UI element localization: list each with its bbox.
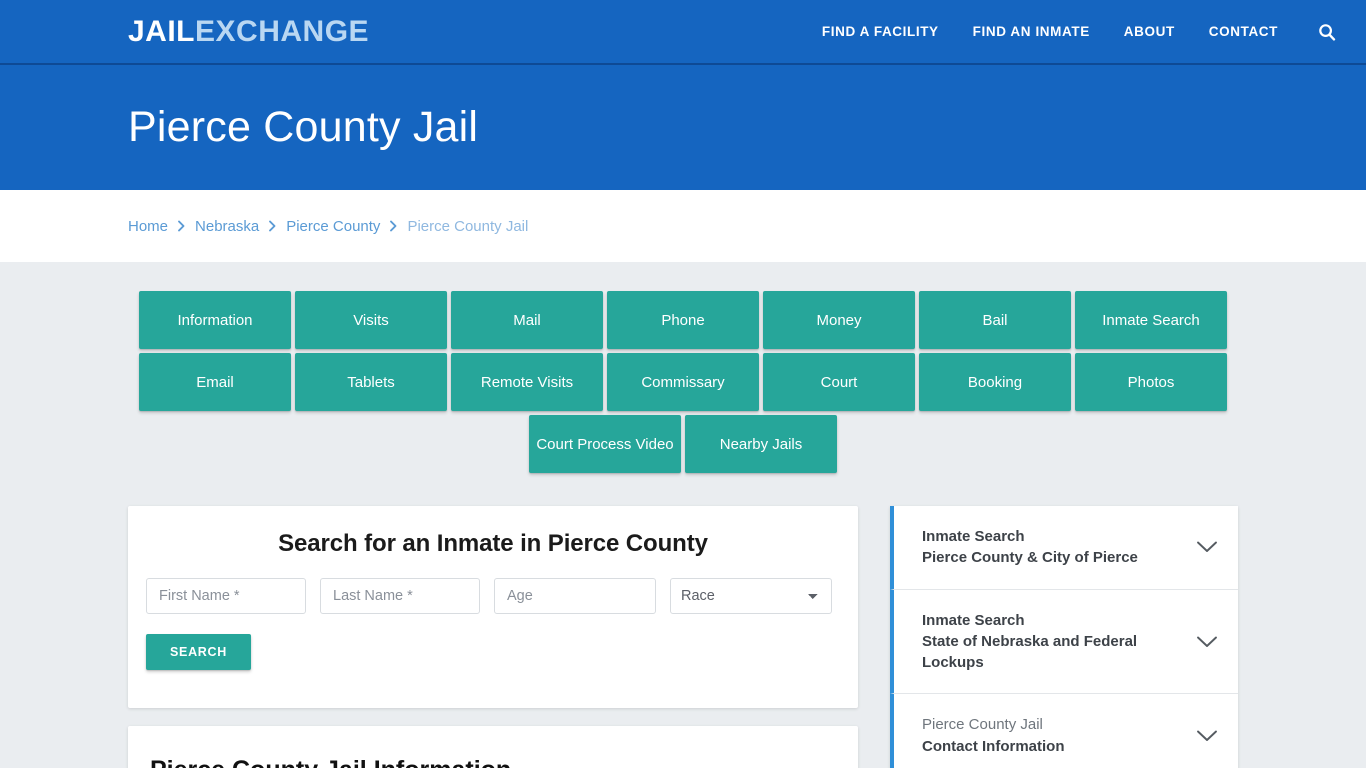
chevron-down-icon — [1196, 635, 1218, 649]
logo-text-primary: JAIL — [128, 14, 196, 48]
jail-information-title: Pierce County Jail Information — [150, 756, 836, 768]
chevron-right-icon — [177, 220, 186, 232]
tile-button-phone[interactable]: Phone — [607, 291, 759, 349]
race-select[interactable]: Race — [670, 578, 832, 614]
tile-button-email[interactable]: Email — [139, 353, 291, 411]
age-input[interactable] — [494, 578, 656, 614]
tile-button-photos[interactable]: Photos — [1075, 353, 1227, 411]
sidebar-accordion: Inmate Search Pierce County & City of Pi… — [890, 506, 1238, 768]
chevron-down-icon — [1196, 729, 1218, 743]
logo-text-secondary: EXCHANGE — [195, 14, 370, 48]
tile-button-booking[interactable]: Booking — [919, 353, 1071, 411]
accordion-item-contact-information[interactable]: Pierce County Jail Contact Information — [890, 694, 1238, 768]
page-body: Information Visits Mail Phone Money Bail… — [0, 262, 1366, 768]
content-columns: Search for an Inmate in Pierce County Ra… — [128, 506, 1238, 768]
tile-button-bail[interactable]: Bail — [919, 291, 1071, 349]
inmate-search-fields: Race — [146, 578, 840, 614]
tile-button-visits[interactable]: Visits — [295, 291, 447, 349]
tile-button-remote-visits[interactable]: Remote Visits — [451, 353, 603, 411]
accordion-item-inmate-search-state[interactable]: Inmate Search State of Nebraska and Fede… — [890, 589, 1238, 695]
accordion-item-line1: Inmate Search — [922, 611, 1025, 629]
tile-button-information[interactable]: Information — [139, 291, 291, 349]
accordion-item-line1: Pierce County Jail — [922, 716, 1043, 734]
breadcrumb-bar: Home Nebraska Pierce County Pierce Count… — [0, 190, 1366, 262]
tile-button-inmate-search[interactable]: Inmate Search — [1075, 291, 1227, 349]
accordion-item-line2: State of Nebraska and Federal Lockups — [922, 632, 1138, 672]
page-hero: Pierce County Jail — [0, 65, 1366, 190]
inmate-search-title: Search for an Inmate in Pierce County — [278, 530, 708, 557]
site-header: JAILEXCHANGE FIND A FACILITY FIND AN INM… — [0, 0, 1366, 65]
main-navigation: FIND A FACILITY FIND AN INMATE ABOUT CON… — [822, 21, 1338, 43]
accordion-item-line1: Inmate Search — [922, 528, 1025, 545]
nav-item-about[interactable]: ABOUT — [1124, 24, 1175, 39]
tile-button-mail[interactable]: Mail — [451, 291, 603, 349]
tile-button-court-process-video[interactable]: Court Process Video — [529, 415, 681, 473]
breadcrumb: Home Nebraska Pierce County Pierce Count… — [128, 218, 528, 235]
facility-section-buttons: Information Visits Mail Phone Money Bail… — [137, 291, 1229, 473]
tile-button-nearby-jails[interactable]: Nearby Jails — [685, 415, 837, 473]
accordion-item-inmate-search-county[interactable]: Inmate Search Pierce County & City of Pi… — [890, 506, 1238, 590]
accordion-item-text: Inmate Search State of Nebraska and Fede… — [922, 610, 1186, 674]
tile-button-money[interactable]: Money — [763, 291, 915, 349]
page-title: Pierce County Jail — [128, 103, 479, 151]
last-name-input[interactable] — [320, 578, 480, 614]
sidebar-column: Inmate Search Pierce County & City of Pi… — [890, 506, 1238, 768]
accordion-item-text: Inmate Search Pierce County & City of Pi… — [922, 526, 1138, 569]
inmate-search-card: Search for an Inmate in Pierce County Ra… — [128, 506, 858, 708]
breadcrumb-item-home[interactable]: Home — [128, 218, 168, 235]
search-icon[interactable] — [1316, 21, 1338, 43]
nav-item-find-a-facility[interactable]: FIND A FACILITY — [822, 24, 939, 39]
site-logo[interactable]: JAILEXCHANGE — [128, 14, 370, 48]
breadcrumb-item-pierce-county[interactable]: Pierce County — [286, 218, 380, 235]
accordion-item-line2: Contact Information — [922, 737, 1065, 755]
accordion-item-line2: Pierce County & City of Pierce — [922, 549, 1138, 567]
tile-button-commissary[interactable]: Commissary — [607, 353, 759, 411]
content-wrapper: Search for an Inmate in Pierce County Ra… — [128, 506, 1238, 768]
chevron-right-icon — [389, 220, 398, 232]
breadcrumb-item-current: Pierce County Jail — [407, 217, 529, 235]
chevron-right-icon — [268, 220, 277, 232]
main-column: Search for an Inmate in Pierce County Ra… — [128, 506, 858, 768]
tile-button-court[interactable]: Court — [763, 353, 915, 411]
chevron-down-icon — [1196, 540, 1218, 554]
nav-item-contact[interactable]: CONTACT — [1209, 24, 1278, 39]
nav-item-find-an-inmate[interactable]: FIND AN INMATE — [973, 24, 1090, 39]
breadcrumb-item-nebraska[interactable]: Nebraska — [195, 218, 259, 235]
jail-information-card: Pierce County Jail Information — [128, 726, 858, 768]
search-submit-button[interactable]: SEARCH — [146, 634, 251, 670]
first-name-input[interactable] — [146, 578, 306, 614]
accordion-item-text: Pierce County Jail Contact Information — [922, 714, 1065, 757]
tile-button-tablets[interactable]: Tablets — [295, 353, 447, 411]
